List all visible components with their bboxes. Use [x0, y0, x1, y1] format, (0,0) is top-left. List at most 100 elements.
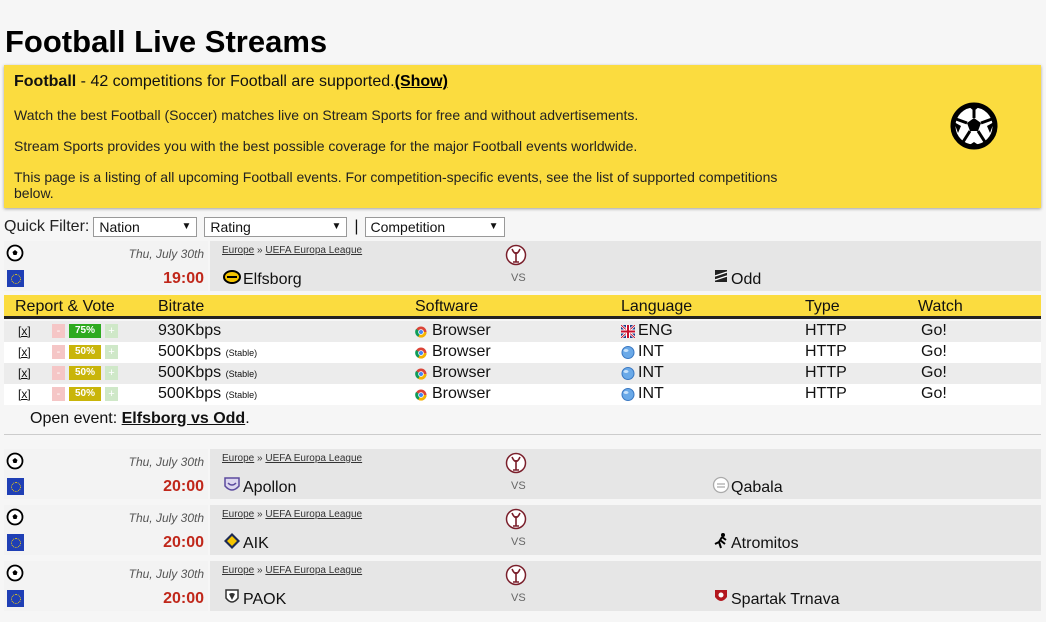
- competition-link[interactable]: UEFA Europa League: [265, 245, 362, 256]
- watch-go-link[interactable]: Go!: [921, 364, 947, 382]
- competition-summary: Football - 42 competitions for Football …: [14, 73, 448, 91]
- match-row[interactable]: Thu, July 30th 20:00 Europe » UEFA Europ…: [4, 561, 1041, 611]
- stream-row[interactable]: [x] - 50% + 500Kbps (Stable) Browser INT…: [4, 384, 1041, 405]
- competition-select-value: Competition: [370, 218, 446, 235]
- col-bitrate: Bitrate: [158, 298, 205, 315]
- report-button[interactable]: [x]: [18, 324, 31, 338]
- aik-crest-icon: [224, 533, 240, 549]
- rating-select[interactable]: Rating ▼: [204, 216, 348, 237]
- match-date: Thu, July 30th: [128, 511, 204, 525]
- home-team: PAOK: [243, 591, 287, 608]
- breadcrumb-separator: »: [254, 509, 266, 520]
- match-row[interactable]: Thu, July 30th 20:00 Europe » UEFA Europ…: [4, 449, 1041, 499]
- bitrate-note: (Stable): [225, 390, 258, 400]
- intro-paragraph-3: This page is a listing of all upcoming F…: [14, 169, 778, 201]
- col-watch: Watch: [918, 298, 963, 315]
- language: INT: [638, 364, 664, 381]
- bitrate-value: 930Kbps: [158, 322, 222, 339]
- vote-up-button[interactable]: +: [105, 324, 118, 338]
- eu-flag-icon: [7, 534, 24, 551]
- away-team: Atromitos: [731, 535, 799, 552]
- bitrate-value: 500Kbps: [158, 364, 222, 381]
- match-row[interactable]: Thu, July 30th 20:00 Europe » UEFA Europ…: [4, 505, 1041, 555]
- bitrate: 500Kbps (Stable): [158, 343, 257, 361]
- sport-intro-panel: Football - 42 competitions for Football …: [4, 65, 1041, 208]
- bitrate: 500Kbps (Stable): [158, 364, 257, 382]
- report-button[interactable]: [x]: [18, 387, 31, 401]
- nation-select-value: Nation: [99, 218, 140, 235]
- europa-league-icon: [505, 564, 527, 586]
- stream-type: HTTP: [805, 322, 847, 339]
- bitrate: 930Kbps: [158, 322, 221, 340]
- vote-down-button[interactable]: -: [52, 387, 65, 401]
- region-link[interactable]: Europe: [222, 565, 254, 576]
- apollon-crest-icon: [224, 477, 240, 491]
- competition-link[interactable]: UEFA Europa League: [265, 509, 362, 520]
- nation-select[interactable]: Nation ▼: [93, 216, 198, 237]
- summary-text: - 42 competitions for Football are suppo…: [76, 73, 395, 90]
- europa-league-icon: [505, 452, 527, 474]
- open-event-link[interactable]: Elfsborg vs Odd: [122, 410, 246, 427]
- open-event-label: Open event:: [30, 410, 122, 427]
- open-event: Open event: Elfsborg vs Odd.: [30, 410, 250, 428]
- match-teams-cell: Europe » UEFA Europa League Elfsborg VS …: [210, 241, 1041, 291]
- match-time-cell: Thu, July 30th 19:00: [4, 241, 208, 291]
- report-button[interactable]: [x]: [18, 345, 31, 359]
- watch-go-link[interactable]: Go!: [921, 385, 947, 403]
- match-time-cell: Thu, July 30th 20:00: [4, 505, 208, 555]
- vote-up-button[interactable]: +: [105, 366, 118, 380]
- odd-crest-icon: [714, 270, 728, 282]
- match-time: 20:00: [163, 478, 204, 495]
- report-button[interactable]: [x]: [18, 366, 31, 380]
- match-row[interactable]: Thu, July 30th 19:00 Europe » UEFA Europ…: [4, 241, 1041, 291]
- competition-select[interactable]: Competition ▼: [364, 216, 505, 237]
- stream-row[interactable]: [x] - 50% + 500Kbps (Stable) Browser INT…: [4, 342, 1041, 363]
- eu-flag-icon: [7, 478, 24, 495]
- competition-breadcrumb: Europe » UEFA Europa League: [222, 245, 362, 256]
- competition-link[interactable]: UEFA Europa League: [265, 565, 362, 576]
- col-language: Language: [621, 298, 693, 315]
- language: INT: [638, 343, 664, 360]
- chrome-icon: [415, 326, 427, 338]
- match-time: 20:00: [163, 590, 204, 607]
- watch-go-link[interactable]: Go!: [921, 322, 947, 340]
- away-team: Odd: [731, 271, 762, 288]
- home-team: Apollon: [243, 479, 297, 496]
- chrome-icon: [415, 347, 427, 359]
- vote-down-button[interactable]: -: [52, 366, 65, 380]
- qabala-crest-icon: [712, 476, 730, 494]
- match-teams-cell: Europe » UEFA Europa League PAOK VS Spar…: [210, 561, 1041, 611]
- chevron-down-icon: ▼: [488, 221, 499, 232]
- eu-flag-icon: [7, 270, 24, 287]
- match-date: Thu, July 30th: [128, 567, 204, 581]
- vote-down-button[interactable]: -: [52, 324, 65, 338]
- soccer-ball-icon: [6, 564, 24, 582]
- open-event-period: .: [245, 410, 250, 427]
- eu-flag-icon: [7, 590, 24, 607]
- globe-icon: [621, 388, 635, 401]
- chevron-down-icon: ▼: [181, 221, 192, 232]
- rating-badge: 50%: [69, 366, 101, 380]
- region-link[interactable]: Europe: [222, 453, 254, 464]
- bitrate-value: 500Kbps: [158, 385, 222, 402]
- soccer-ball-icon: [6, 452, 24, 470]
- versus-label: VS: [511, 592, 526, 604]
- stream-row[interactable]: [x] - 75% + 930Kbps Browser ENG HTTP Go!: [4, 321, 1041, 342]
- rating-select-value: Rating: [210, 218, 251, 235]
- region-link[interactable]: Europe: [222, 509, 254, 520]
- europa-league-icon: [505, 244, 527, 266]
- vote-up-button[interactable]: +: [105, 387, 118, 401]
- watch-go-link[interactable]: Go!: [921, 343, 947, 361]
- versus-label: VS: [511, 480, 526, 492]
- rating-badge: 50%: [69, 345, 101, 359]
- competition-breadcrumb: Europe » UEFA Europa League: [222, 509, 362, 520]
- show-competitions-link[interactable]: (Show): [395, 73, 448, 90]
- match-time-cell: Thu, July 30th 20:00: [4, 561, 208, 611]
- stream-list: Report & Vote Bitrate Software Language …: [4, 295, 1041, 435]
- vote-up-button[interactable]: +: [105, 345, 118, 359]
- vote-down-button[interactable]: -: [52, 345, 65, 359]
- competition-link[interactable]: UEFA Europa League: [265, 453, 362, 464]
- region-link[interactable]: Europe: [222, 245, 254, 256]
- rating-badge: 50%: [69, 387, 101, 401]
- stream-row[interactable]: [x] - 50% + 500Kbps (Stable) Browser INT…: [4, 363, 1041, 384]
